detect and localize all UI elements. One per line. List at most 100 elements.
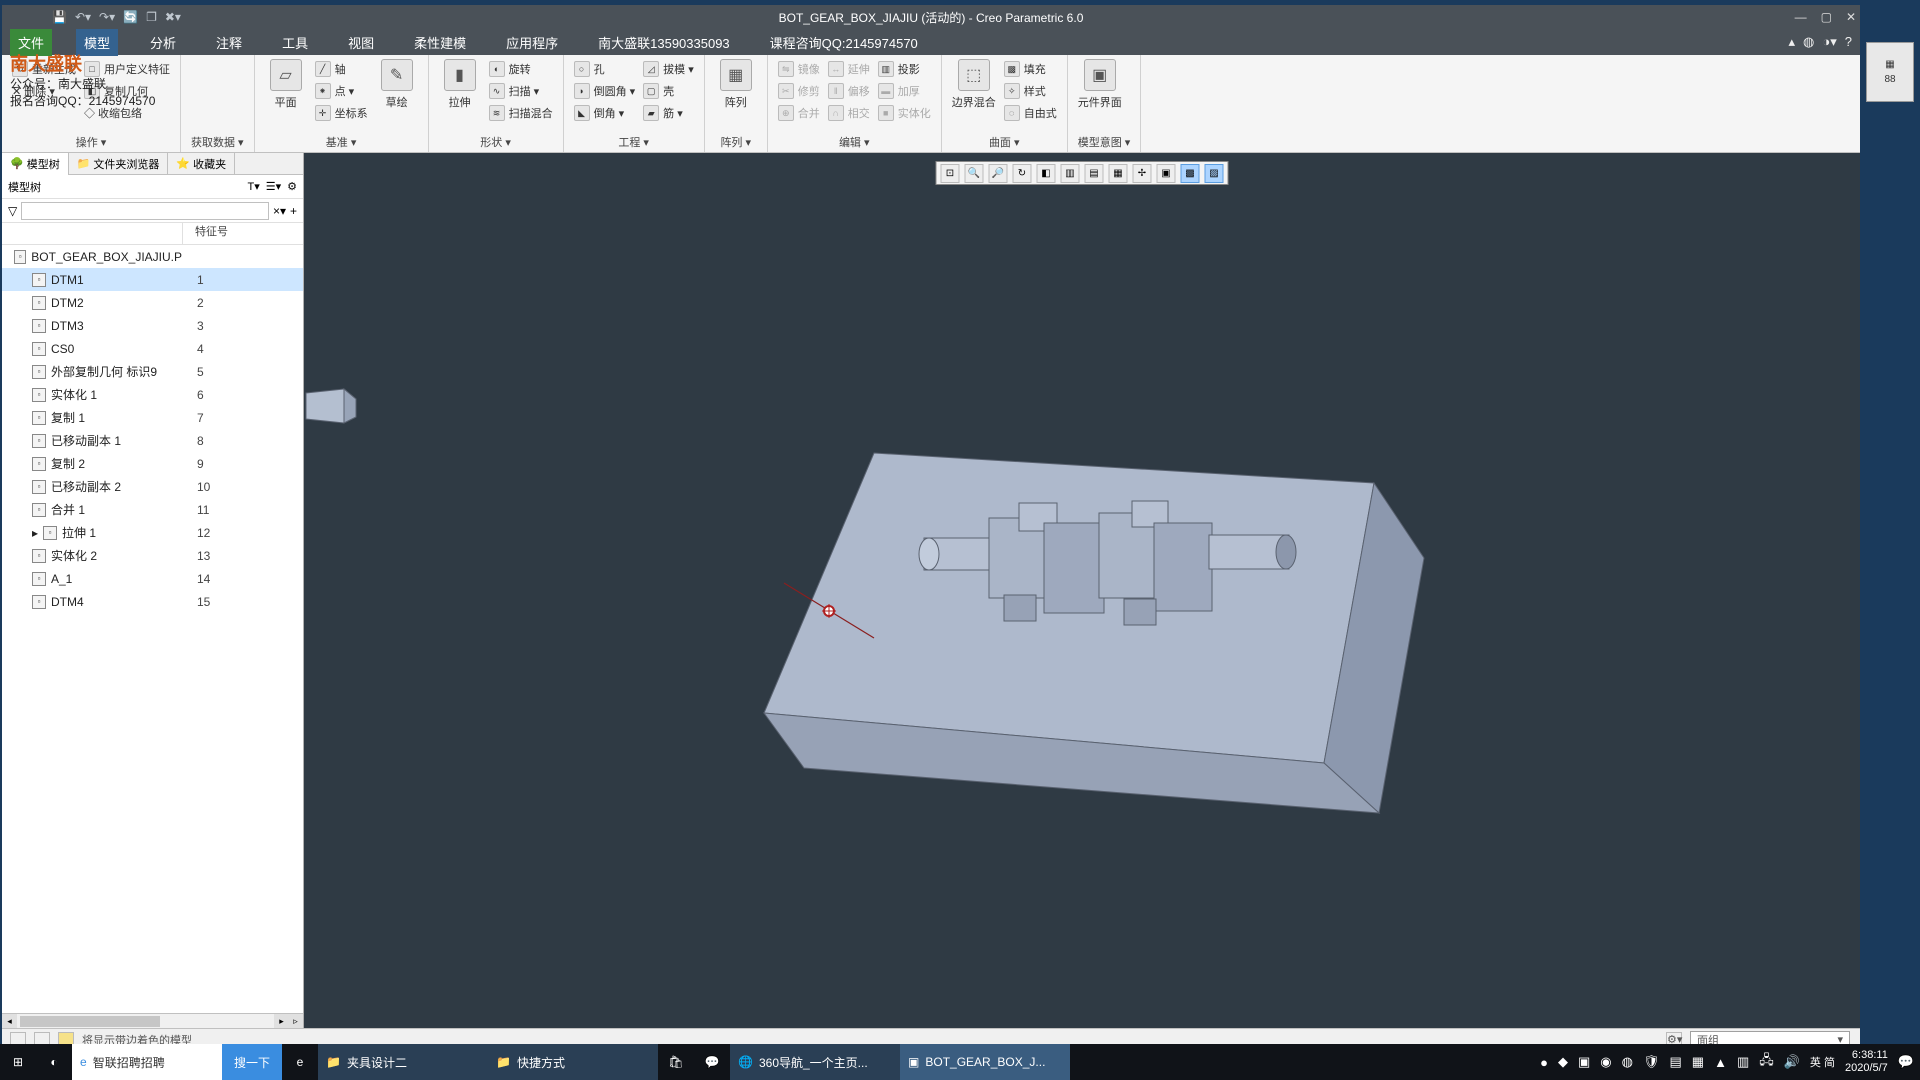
menu-tool[interactable]: 工具 — [274, 29, 316, 56]
fill-button[interactable]: ▩填充 — [1004, 59, 1057, 79]
copygeo-button[interactable]: ◧复制几何 — [84, 81, 170, 101]
tree-row[interactable]: ▸▫拉伸 112 — [2, 521, 303, 544]
tree-row[interactable]: ▫DTM11 — [2, 268, 303, 291]
close-icon[interactable]: ✕ — [1846, 10, 1856, 24]
globe-icon[interactable]: ◍ — [1803, 34, 1814, 50]
tray-icon[interactable]: ▦ — [1692, 1054, 1704, 1070]
refit-icon[interactable]: ⊡ — [941, 164, 960, 183]
right-tool-strip[interactable]: ▦ 88 — [1866, 42, 1914, 102]
minimize-icon[interactable]: — — [1795, 10, 1807, 24]
menu-model[interactable]: 模型 — [76, 29, 118, 56]
scroll-left-icon[interactable]: ◂ — [2, 1014, 17, 1028]
tree-row[interactable]: ▫实体化 213 — [2, 544, 303, 567]
tray-volume-icon[interactable]: 🔊 — [1784, 1054, 1800, 1070]
component-ui-button[interactable]: ▣元件界面 — [1078, 59, 1122, 110]
tray-icon[interactable]: ◆ — [1558, 1054, 1568, 1070]
plane-button[interactable]: ▱平面 — [265, 59, 307, 110]
ribbon-collapse-icon[interactable]: ▴ — [1789, 34, 1796, 50]
tab-folder-browser[interactable]: 📁文件夹浏览器 — [69, 153, 169, 175]
tree-filter-input[interactable] — [21, 202, 269, 220]
tool-strip-icon[interactable]: ▦ — [1885, 59, 1894, 70]
menu-file[interactable]: 文件 — [10, 29, 52, 56]
udf-button[interactable]: □用户定义特征 — [84, 59, 170, 79]
filter-icon[interactable]: ▽ — [8, 204, 17, 218]
view-manager-icon[interactable]: ▤ — [1085, 164, 1104, 183]
tray-icon[interactable]: 🛡 — [1643, 1054, 1660, 1070]
tree-row[interactable]: ▫DTM22 — [2, 291, 303, 314]
annotations-icon[interactable]: ✢ — [1133, 164, 1152, 183]
display-icon[interactable]: ▨ — [1205, 164, 1224, 183]
add-filter-icon[interactable]: + — [290, 204, 297, 218]
tree-row[interactable]: ▫已移动副本 18 — [2, 429, 303, 452]
style-button[interactable]: ✧样式 — [1004, 81, 1057, 101]
scroll-right-icon[interactable]: ▸ — [274, 1014, 289, 1028]
scroll-thumb[interactable] — [20, 1016, 160, 1027]
tree-show-icon[interactable]: ☰▾ — [266, 180, 281, 193]
extrude-button[interactable]: ▮拉伸 — [439, 59, 481, 110]
tray-clock[interactable]: 6:38:112020/5/7 — [1845, 1049, 1888, 1074]
datum-display-icon[interactable]: ▣ — [1157, 164, 1176, 183]
tray-icon[interactable]: ▤ — [1669, 1054, 1681, 1070]
tab-favorites[interactable]: ⭐收藏夹 — [168, 153, 235, 175]
zoom-in-icon[interactable]: 🔍 — [965, 164, 984, 183]
solidify-button[interactable]: ■实体化 — [878, 103, 931, 123]
menu-view[interactable]: 视图 — [340, 29, 382, 56]
saved-views-icon[interactable]: ▥ — [1061, 164, 1080, 183]
project-button[interactable]: ▥投影 — [878, 59, 931, 79]
spin-center-icon[interactable]: ▩ — [1181, 164, 1200, 183]
task-wechat[interactable]: 💬 — [694, 1044, 730, 1080]
tray-icon[interactable]: ● — [1540, 1055, 1548, 1070]
tree-row[interactable]: ▫A_114 — [2, 567, 303, 590]
tree-row[interactable]: ▫外部复制几何 标识95 — [2, 360, 303, 383]
help-icon[interactable]: ? — [1845, 34, 1852, 50]
task-store[interactable]: 🛍 — [658, 1044, 694, 1080]
shell-button[interactable]: ▢壳 — [643, 81, 694, 101]
start-button[interactable]: ⊞ — [0, 1044, 36, 1080]
zoom-out-icon[interactable]: 🔎 — [989, 164, 1008, 183]
tray-icon[interactable]: ▣ — [1578, 1054, 1590, 1070]
menu-app[interactable]: 应用程序 — [498, 29, 566, 56]
draft-button[interactable]: ◿拔模 ▾ — [643, 59, 694, 79]
tree-row[interactable]: ▫合并 111 — [2, 498, 303, 521]
intersect-button[interactable]: ∩相交 — [828, 103, 870, 123]
tree-row[interactable]: ▫DTM415 — [2, 590, 303, 613]
merge-button[interactable]: ⊕合并 — [778, 103, 820, 123]
tray-icon[interactable]: ◉ — [1600, 1054, 1611, 1070]
menu-vendor1[interactable]: 南大盛联13590335093 — [590, 29, 738, 56]
qat-regen-icon[interactable]: 🔄 — [123, 10, 138, 24]
expand-icon[interactable]: ▸ — [32, 526, 38, 540]
regen-button[interactable]: ↻重新生成 — [12, 59, 76, 79]
revolve-button[interactable]: ◐旋转 — [489, 59, 553, 79]
task-browser[interactable]: 🌐360导航_一个主页... — [730, 1044, 900, 1080]
maximize-icon[interactable]: ▢ — [1821, 10, 1832, 24]
qat-undo-icon[interactable]: ↶▾ — [75, 10, 91, 24]
task-folder1[interactable]: 📁夹具设计二 — [318, 1044, 488, 1080]
3d-viewport[interactable]: ⊡ 🔍 🔎 ↻ ◧ ▥ ▤ ▦ ✢ ▣ ▩ ▨ — [304, 153, 1860, 1028]
taskbar-search-box[interactable]: e智联招聘招聘 — [72, 1044, 222, 1080]
tree-settings-icon[interactable]: T▾ — [247, 180, 259, 193]
clear-filter-icon[interactable]: ×▾ — [273, 204, 286, 218]
axis-button[interactable]: ╱轴 — [315, 59, 368, 79]
sketch-button[interactable]: ✎草绘 — [376, 59, 418, 110]
tree-row[interactable]: ▫实体化 16 — [2, 383, 303, 406]
qat-window-icon[interactable]: ❐ — [146, 10, 157, 24]
tree-row[interactable]: ▫复制 29 — [2, 452, 303, 475]
extend-button[interactable]: ↔延伸 — [828, 59, 870, 79]
hole-button[interactable]: ○孔 — [574, 59, 636, 79]
qat-save-icon[interactable]: 💾 — [52, 10, 67, 24]
qat-redo-icon[interactable]: ↷▾ — [99, 10, 115, 24]
pattern-button[interactable]: ▦阵列 — [715, 59, 757, 110]
display-style-icon[interactable]: ◧ — [1037, 164, 1056, 183]
delete-button[interactable]: ✕ 删除 ▾ — [12, 81, 76, 101]
task-edge[interactable]: e — [282, 1044, 318, 1080]
tree-row[interactable]: ▫DTM33 — [2, 314, 303, 337]
cortana-icon[interactable]: ◐ — [36, 1044, 72, 1080]
tray-notifications-icon[interactable]: 💬 — [1898, 1054, 1914, 1070]
task-folder2[interactable]: 📁快捷方式 — [488, 1044, 658, 1080]
tray-icon[interactable]: ◍ — [1622, 1054, 1633, 1070]
csys-button[interactable]: ✛坐标系 — [315, 103, 368, 123]
wrap-button[interactable]: ◇ 收缩包络 — [84, 103, 170, 123]
rib-button[interactable]: ▰筋 ▾ — [643, 103, 694, 123]
tray-ime[interactable]: 英 简 — [1810, 1054, 1835, 1070]
menu-vendor2[interactable]: 课程咨询QQ:2145974570 — [762, 29, 926, 56]
